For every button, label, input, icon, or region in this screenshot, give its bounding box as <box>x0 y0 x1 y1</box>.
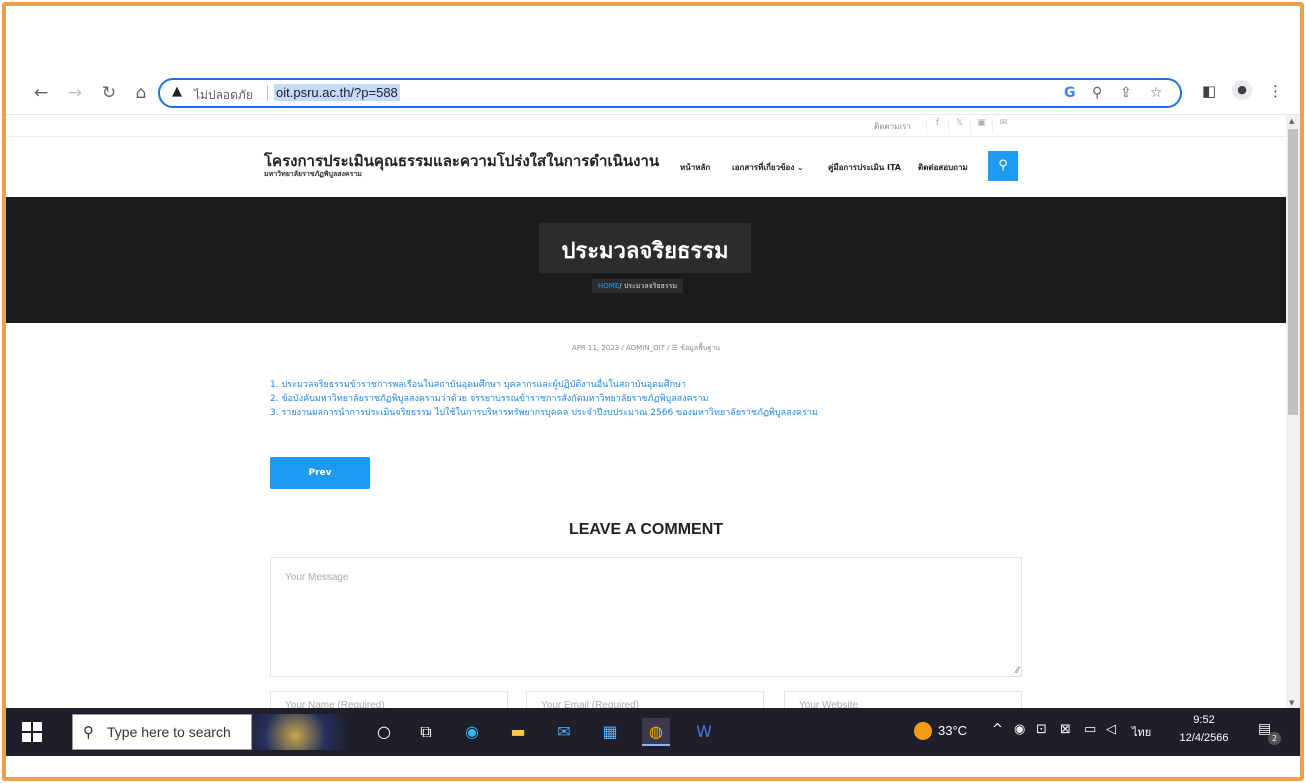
site-subtitle: มหาวิทยาลัยราชภัฏพิบูลสงคราม <box>264 170 362 178</box>
post-link-2[interactable]: 2. ข้อบังคับมหาวิทยาลัยราชภัฏพิบูลสงคราม… <box>270 391 708 405</box>
breadcrumb: HOME/ ประมวลจริยธรรม <box>592 279 683 293</box>
bookmark-star-icon[interactable]: ☆ <box>1150 85 1163 101</box>
prev-post-button[interactable]: Prev <box>270 457 370 489</box>
website-field[interactable]: Your Website <box>784 691 1022 708</box>
task-view-icon[interactable]: ⧉ <box>412 718 440 746</box>
file-explorer-icon[interactable]: ▬ <box>504 718 532 746</box>
url-text[interactable]: oit.psru.ac.th/?p=588 <box>274 84 400 101</box>
hero-title-box: ประมวลจริยธรรม <box>539 223 751 273</box>
word-icon[interactable]: W <box>690 718 718 746</box>
post-link-1[interactable]: 1. ประมวลจริยธรรมข้าราชการพลเรือนในสถาบั… <box>270 377 686 391</box>
nav-home[interactable]: หน้าหลัก <box>680 161 710 174</box>
weather-sun-icon[interactable] <box>914 722 932 740</box>
nav-ita-manual[interactable]: คู่มือการประเมิน ITA <box>828 161 901 174</box>
network-icon[interactable]: ▭ <box>1084 722 1096 737</box>
post-link-3[interactable]: 3. รายงานผลการนำการประเมินจริยธรรม ไปใช้… <box>270 405 818 419</box>
profile-avatar-icon[interactable]: ● <box>1232 80 1252 100</box>
cortana-icon[interactable]: ○ <box>370 718 398 746</box>
page-scrollbar[interactable]: ▲ ▼ <box>1286 115 1300 708</box>
site-topbar: ติดตามเรา f 𝕏 ▣ ✉ <box>6 115 1286 137</box>
tray-app-icon[interactable]: ◉ <box>1014 722 1025 737</box>
youtube-icon[interactable]: ▣ <box>970 118 992 134</box>
forward-arrow-icon[interactable]: → <box>64 82 86 104</box>
email-field[interactable]: Your Email (Required) <box>526 691 764 708</box>
facebook-icon[interactable]: f <box>926 118 948 134</box>
email-icon[interactable]: ✉ <box>992 118 1014 134</box>
start-logo-pane <box>22 722 31 731</box>
chrome-icon[interactable]: ◍ <box>642 718 670 746</box>
warning-icon[interactable]: ▲ <box>172 84 182 99</box>
volume-icon[interactable]: ◁ <box>1106 722 1116 737</box>
tray-overflow-icon[interactable]: ^ <box>992 722 1003 737</box>
twitter-icon[interactable]: 𝕏 <box>948 118 970 134</box>
nav-documents[interactable]: เอกสารที่เกี่ยวข้อง ⌄ <box>732 161 804 174</box>
message-textarea[interactable]: Your Message ⁄⁄ <box>270 557 1022 677</box>
weather-temperature[interactable]: 33°C <box>938 723 967 738</box>
side-panel-icon[interactable]: ◧ <box>1202 82 1216 100</box>
follow-us-label: ติดตามเรา <box>874 122 911 131</box>
zoom-icon[interactable]: ⚲ <box>1092 85 1102 101</box>
message-placeholder: Your Message <box>285 572 349 583</box>
edge-icon[interactable]: ◉ <box>458 718 486 746</box>
windows-start-icon[interactable] <box>22 722 42 742</box>
clock-time[interactable]: 9:52 <box>1174 714 1234 726</box>
resize-handle-icon[interactable]: ⁄⁄ <box>1016 666 1019 676</box>
share-icon[interactable]: ⇪ <box>1120 85 1132 101</box>
omnibox-divider <box>267 85 268 101</box>
reload-icon[interactable]: ↻ <box>98 82 120 104</box>
search-highlight-image[interactable] <box>252 714 360 750</box>
nav-contact[interactable]: ติดต่อสอบถาม <box>918 161 968 174</box>
tray-screen-icon[interactable]: ⊠ <box>1060 722 1071 737</box>
taskbar-search-placeholder: Type here to search <box>107 724 231 740</box>
page-title: ประมวลจริยธรรม <box>561 239 729 264</box>
breadcrumb-current: / ประมวลจริยธรรม <box>619 282 677 290</box>
back-arrow-icon[interactable]: ← <box>30 82 52 104</box>
search-icon: ⚲ <box>83 723 94 741</box>
email-placeholder: Your Email (Required) <box>541 700 640 708</box>
notification-badge: 2 <box>1268 732 1281 745</box>
start-logo-pane <box>33 733 42 742</box>
store-icon[interactable]: ▦ <box>596 718 624 746</box>
website-placeholder: Your Website <box>799 700 858 708</box>
windows-taskbar: ⚲ Type here to search ○ ⧉ ◉ ▬ ✉ ▦ ◍ W 33… <box>6 708 1300 756</box>
scroll-up-icon[interactable]: ▲ <box>1289 117 1294 125</box>
home-icon[interactable]: ⌂ <box>130 82 152 104</box>
post-meta: APR 11, 2023 / ADMIN_OIT / ☰ ข้อมูลพื้นฐ… <box>571 344 721 352</box>
scroll-down-icon[interactable]: ▼ <box>1289 699 1294 707</box>
scroll-thumb[interactable] <box>1288 129 1298 415</box>
security-status[interactable]: ไม่ปลอดภัย <box>194 86 253 105</box>
search-button[interactable]: ⚲ <box>988 151 1018 181</box>
address-bar[interactable]: ▲ ไม่ปลอดภัย oit.psru.ac.th/?p=588 G ⚲ ⇪… <box>158 78 1182 108</box>
breadcrumb-home-link[interactable]: HOME <box>598 282 619 290</box>
input-language[interactable]: ไทย <box>1132 723 1151 741</box>
screenshot-frame: ← → ↻ ⌂ ▲ ไม่ปลอดภัย oit.psru.ac.th/?p=5… <box>2 2 1304 781</box>
meet-icon[interactable]: ⊡ <box>1036 722 1047 737</box>
browser-toolbar: ← → ↻ ⌂ ▲ ไม่ปลอดภัย oit.psru.ac.th/?p=5… <box>6 74 1300 114</box>
search-icon: ⚲ <box>998 158 1008 173</box>
browser-menu-icon[interactable]: ⋮ <box>1268 82 1283 100</box>
start-logo-pane <box>22 733 31 742</box>
clock-date[interactable]: 12/4/2566 <box>1166 732 1242 744</box>
page-viewport: ติดตามเรา f 𝕏 ▣ ✉ โครงการประเมินคุณธรรมแ… <box>6 114 1300 708</box>
mail-icon[interactable]: ✉ <box>550 718 578 746</box>
name-field[interactable]: Your Name (Required) <box>270 691 508 708</box>
page-hero: ประมวลจริยธรรม HOME/ ประมวลจริยธรรม <box>6 197 1286 323</box>
start-logo-pane <box>33 722 42 731</box>
google-lens-icon[interactable]: G <box>1064 85 1076 101</box>
taskbar-search-box[interactable]: ⚲ Type here to search <box>72 714 252 750</box>
comment-heading: LEAVE A COMMENT <box>568 521 724 538</box>
name-placeholder: Your Name (Required) <box>285 700 385 708</box>
